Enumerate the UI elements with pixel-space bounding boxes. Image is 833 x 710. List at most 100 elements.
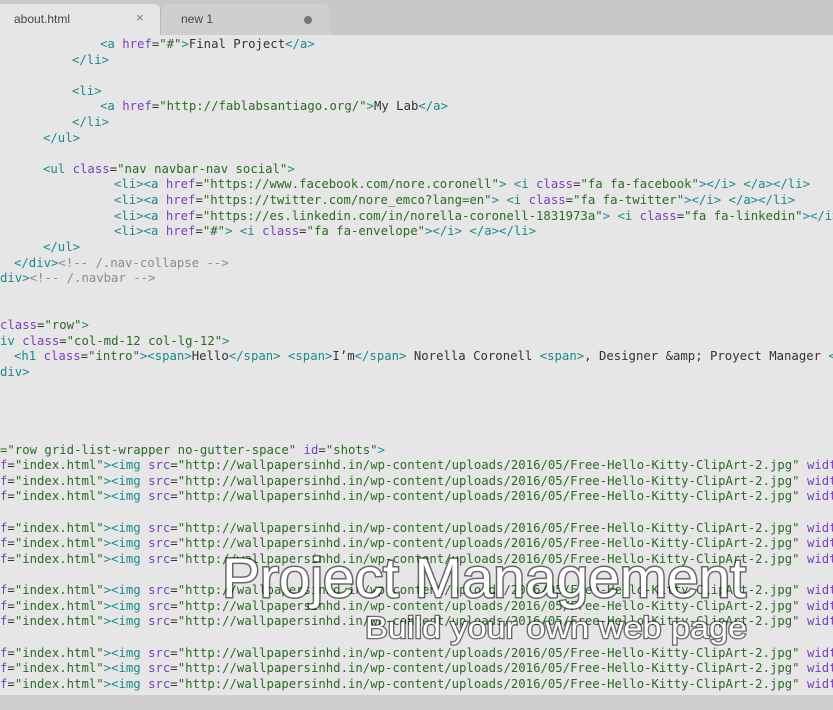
code-token: href (122, 99, 152, 113)
code-token: width (807, 489, 833, 503)
code-token: href (122, 37, 152, 51)
code-token: <span> (287, 349, 333, 363)
code-token: > (287, 162, 295, 176)
code-token: > <i (491, 193, 529, 207)
code-line[interactable]: f="index.html"><img src="http://wallpape… (0, 552, 833, 568)
code-token: = (7, 677, 15, 691)
code-line[interactable]: div> (0, 365, 30, 381)
code-line[interactable]: f="index.html"><img src="http://wallpape… (0, 458, 833, 474)
code-token: </ul> (43, 240, 81, 254)
code-token: ><img (103, 614, 149, 628)
code-line[interactable]: </div><!-- /.nav-collapse --> (14, 256, 229, 272)
code-line[interactable]: div><!-- /.navbar --> (0, 271, 155, 287)
code-line[interactable]: iv class="col-md-12 col-lg-12"> (0, 334, 230, 350)
code-line[interactable]: f="index.html"><img src="http://wallpape… (0, 614, 833, 630)
code-line[interactable]: </ul> (43, 131, 80, 147)
code-token: "nav navbar-nav social" (117, 162, 288, 176)
code-line[interactable]: <li><a href="#"> <i class="fa fa-envelop… (114, 224, 536, 240)
code-token: = (7, 536, 15, 550)
code-token: = (170, 646, 178, 660)
code-line[interactable]: </li> (72, 115, 109, 131)
code-token: = (59, 334, 67, 348)
code-token: = (170, 489, 178, 503)
code-line[interactable]: <h1 class="intro"><span>Hello</span> <sp… (14, 349, 833, 365)
code-line[interactable]: <li><a href="https://twitter.com/nore_em… (114, 193, 795, 209)
code-token: "index.html" (14, 458, 104, 472)
code-token: "https://www.facebook.com/nore.coronell" (202, 177, 499, 191)
code-line[interactable]: <li><a href="https://es.linkedin.com/in/… (114, 209, 833, 225)
code-token: = (170, 614, 178, 628)
code-token: ><img (103, 646, 149, 660)
code-line[interactable]: f="index.html"><img src="http://wallpape… (0, 677, 833, 693)
tab-label: about.html (14, 12, 71, 26)
code-token: <h1 (14, 349, 44, 363)
code-line[interactable]: f="index.html"><img src="http://wallpape… (0, 646, 833, 662)
code-token: class (0, 318, 38, 332)
code-line[interactable]: f="index.html"><img src="http://wallpape… (0, 489, 833, 505)
code-token: id (303, 443, 319, 457)
code-token: "#" (159, 37, 182, 51)
code-token: > (377, 443, 385, 457)
code-token: "http://wallpapersinhd.in/wp-content/upl… (177, 474, 800, 488)
tab-new-1[interactable]: new 1 (160, 4, 330, 35)
code-token: <span> (539, 349, 585, 363)
code-token: "http://wallpapersinhd.in/wp-content/upl… (177, 677, 800, 691)
code-token: = (565, 193, 574, 207)
code-line[interactable]: f="index.html"><img src="http://wallpape… (0, 521, 833, 537)
code-line[interactable]: class="row"> (0, 318, 89, 334)
code-token: "http://wallpapersinhd.in/wp-content/upl… (177, 521, 800, 535)
code-token: ><img (103, 474, 149, 488)
code-token: ><img (103, 583, 149, 597)
code-token: width (807, 677, 833, 691)
code-token: = (170, 536, 178, 550)
code-token: src (148, 677, 171, 691)
close-icon[interactable]: × (136, 11, 144, 25)
code-line[interactable]: <a href="#">Final Project</a> (100, 37, 315, 53)
code-token: "index.html" (14, 536, 104, 550)
code-token: width (807, 614, 833, 628)
code-token: = (7, 474, 15, 488)
code-token: , Designer &amp; Proyect Manager (584, 349, 829, 363)
code-token: ><img (103, 521, 149, 535)
code-token: "index.html" (14, 474, 104, 488)
code-token: width (807, 474, 833, 488)
code-token: = (299, 224, 307, 238)
unsaved-dot-icon[interactable] (304, 16, 312, 24)
code-token: = (318, 443, 326, 457)
code-token: href (165, 193, 196, 207)
code-token: src (148, 474, 171, 488)
code-line[interactable]: f="index.html"><img src="http://wallpape… (0, 599, 833, 615)
code-line[interactable]: ="row grid-list-wrapper no-gutter-space"… (0, 443, 385, 459)
code-token: Norella Coronell (406, 349, 540, 363)
code-line[interactable]: <li> (72, 84, 102, 100)
code-token: </li> (72, 53, 110, 67)
code-token: = (170, 474, 178, 488)
code-token: </span> (354, 349, 407, 363)
code-token: = (676, 209, 685, 223)
code-token: <li> (72, 84, 102, 98)
code-line[interactable]: f="index.html"><img src="http://wallpape… (0, 583, 833, 599)
code-token: ><img (103, 599, 149, 613)
code-token: div> (0, 365, 30, 379)
code-token: = (195, 209, 203, 223)
code-line[interactable]: </ul> (43, 240, 80, 256)
code-line[interactable]: f="index.html"><img src="http://wallpape… (0, 661, 833, 677)
code-token: "index.html" (14, 583, 104, 597)
code-line[interactable]: f="index.html"><img src="http://wallpape… (0, 474, 833, 490)
code-token: "http://wallpapersinhd.in/wp-content/upl… (177, 614, 800, 628)
code-line[interactable]: <a href="http://fablabsantiago.org/">My … (100, 99, 448, 115)
tab-about-html[interactable]: about.html × (0, 4, 160, 35)
code-token: "http://wallpapersinhd.in/wp-content/upl… (177, 458, 800, 472)
code-line[interactable]: f="index.html"><img src="http://wallpape… (0, 536, 833, 552)
code-editor[interactable]: <a href="#">Final Project</a> </li> <li> <a… (0, 35, 833, 695)
code-line[interactable]: <li><a href="https://www.facebook.com/no… (114, 177, 810, 193)
code-line[interactable]: </li> (72, 53, 109, 69)
code-token: "http://wallpapersinhd.in/wp-content/upl… (177, 489, 800, 503)
code-line[interactable]: <ul class="nav navbar-nav social"> (43, 162, 295, 178)
code-token: My Lab (373, 99, 419, 113)
